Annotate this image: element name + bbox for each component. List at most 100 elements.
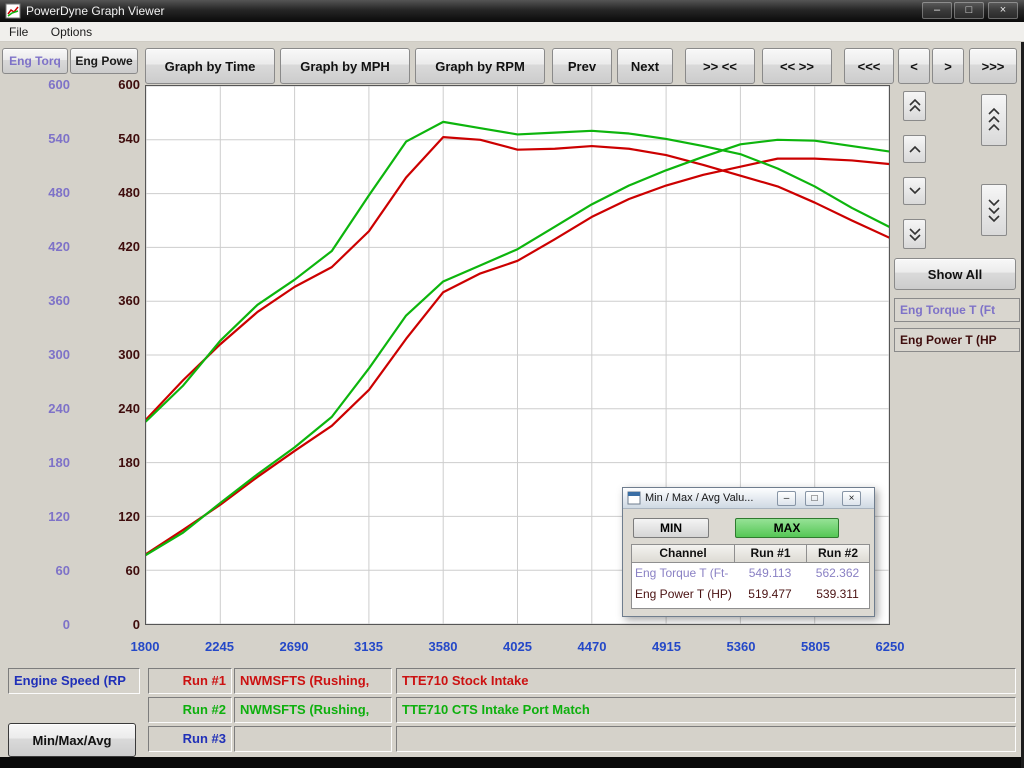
toolbar-button-pan-right-fast[interactable]: >>> [969, 48, 1017, 84]
close-button[interactable]: × [988, 2, 1018, 19]
chevron-triple-down-icon [986, 195, 1002, 225]
x-channel-field[interactable]: Engine Speed (RP [8, 668, 140, 694]
y-axis-right-label: 120 [92, 508, 140, 526]
toolbar-button-graph-by-mph[interactable]: Graph by MPH [280, 48, 410, 84]
y-axis-right-label: 480 [92, 184, 140, 202]
minimize-button[interactable]: – [922, 2, 952, 19]
channel-value: 539.311 [806, 584, 869, 605]
chevron-up-icon [908, 143, 922, 155]
chevron-double-up-icon [908, 98, 922, 114]
toolbar-button-pan-left[interactable]: < [898, 48, 930, 84]
column-header-run2: Run #2 [806, 544, 870, 563]
menu-bar: File Options [0, 22, 1024, 42]
scale-down-button[interactable] [903, 177, 926, 205]
scale-up-fast-button[interactable] [903, 91, 926, 121]
y-axis-right-label: 60 [92, 562, 140, 580]
run-description-3[interactable] [396, 726, 1016, 752]
minmax-table-body: Eng Torque T (Ft-549.113562.362Eng Power… [631, 563, 870, 609]
minmax-avg-window: Min / Max / Avg Valu... – □ × MIN MAX Ch… [622, 487, 875, 617]
toolbar-button-pan-left-fast[interactable]: <<< [844, 48, 894, 84]
scale-down-fast-button[interactable] [903, 219, 926, 249]
toolbar-button-prev[interactable]: Prev [552, 48, 612, 84]
minmax-table-row: Eng Torque T (Ft-549.113562.362 [632, 563, 869, 584]
y-axis-left-label: 0 [22, 616, 70, 634]
column-header-run1: Run #1 [734, 544, 807, 563]
y-axis-left-label: 180 [22, 454, 70, 472]
x-axis-label: 2245 [205, 639, 234, 654]
x-axis-label: 3580 [429, 639, 458, 654]
y-axis-right-label: 300 [92, 346, 140, 364]
y-axis-right-label: 420 [92, 238, 140, 256]
max-button[interactable]: MAX [735, 518, 839, 538]
channel-value: 549.113 [734, 563, 806, 584]
y-axis-left-label: 480 [22, 184, 70, 202]
run-source-2[interactable]: NWMSFTS (Rushing, [234, 697, 392, 723]
y-axis-left-label: 240 [22, 400, 70, 418]
y-axis-left-label: 60 [22, 562, 70, 580]
menu-options[interactable]: Options [42, 22, 101, 42]
scale-up-button[interactable] [903, 135, 926, 163]
channel-name: Eng Torque T (Ft- [632, 563, 734, 584]
maximize-button[interactable]: □ [954, 2, 984, 19]
x-axis-label: 5805 [801, 639, 830, 654]
run-source-3[interactable] [234, 726, 392, 752]
app-icon [5, 3, 21, 19]
minmax-close-button[interactable]: × [842, 491, 861, 506]
y-axis-right-label: 360 [92, 292, 140, 310]
channel-value: 519.477 [734, 584, 806, 605]
minmax-minimize-button[interactable]: – [777, 491, 796, 506]
toolbar-button-zoom-out[interactable]: << >> [762, 48, 832, 84]
y-axis-left-label: 300 [22, 346, 70, 364]
tab-eng-power[interactable]: Eng Powe [70, 48, 138, 74]
toolbar-button-zoom-in[interactable]: >> << [685, 48, 755, 84]
powerdyne-window: { "window": { "title": "PowerDyne Graph … [0, 0, 1024, 768]
y-axis-left-label: 420 [22, 238, 70, 256]
minmax-restore-button[interactable]: □ [805, 491, 824, 506]
channel-name: Eng Power T (HP) [632, 584, 734, 605]
minmax-window-title: Min / Max / Avg Valu... [645, 488, 753, 509]
toolbar-button-graph-by-time[interactable]: Graph by Time [145, 48, 275, 84]
toolbar-button-pan-right[interactable]: > [932, 48, 964, 84]
show-all-button[interactable]: Show All [894, 258, 1016, 290]
minmax-window-icon [627, 491, 641, 505]
run-description-1[interactable]: TTE710 Stock Intake [396, 668, 1016, 694]
run-label-1[interactable]: Run #1 [148, 668, 232, 694]
run-source-1[interactable]: NWMSFTS (Rushing, [234, 668, 392, 694]
window-frame-bottom [0, 757, 1024, 768]
x-axis-label: 4470 [578, 639, 607, 654]
x-axis-label: 4915 [652, 639, 681, 654]
shift-down-button[interactable] [981, 184, 1007, 236]
minmax-table-row: Eng Power T (HP)519.477539.311 [632, 584, 869, 605]
y-axis-right-label: 0 [92, 616, 140, 634]
x-axis-label: 6250 [876, 639, 905, 654]
minmax-window-titlebar[interactable]: Min / Max / Avg Valu... – □ × [623, 488, 874, 509]
x-axis-label: 2690 [280, 639, 309, 654]
y-axis-right-label: 600 [92, 76, 140, 94]
legend-eng-torque[interactable]: Eng Torque T (Ft [894, 298, 1020, 322]
window-title: PowerDyne Graph Viewer [26, 0, 165, 22]
channel-value: 562.362 [806, 563, 869, 584]
x-axis-label: 4025 [503, 639, 532, 654]
run-label-2[interactable]: Run #2 [148, 697, 232, 723]
y-axis-right-label: 180 [92, 454, 140, 472]
shift-up-button[interactable] [981, 94, 1007, 146]
y-axis-left-label: 540 [22, 130, 70, 148]
y-axis-left-label: 120 [22, 508, 70, 526]
tab-eng-torque[interactable]: Eng Torq [2, 48, 68, 74]
min-button[interactable]: MIN [633, 518, 709, 538]
y-axis-left-label: 600 [22, 76, 70, 94]
x-axis-label: 5360 [727, 639, 756, 654]
toolbar-button-next[interactable]: Next [617, 48, 673, 84]
y-axis-right-label: 240 [92, 400, 140, 418]
run-description-2[interactable]: TTE710 CTS Intake Port Match [396, 697, 1016, 723]
chevron-down-icon [908, 185, 922, 197]
menu-file[interactable]: File [0, 22, 37, 42]
title-bar: PowerDyne Graph Viewer – □ × [0, 0, 1024, 22]
legend-eng-power[interactable]: Eng Power T (HP [894, 328, 1020, 352]
chevron-triple-up-icon [986, 105, 1002, 135]
x-axis-label: 1800 [131, 639, 160, 654]
minmax-avg-button[interactable]: Min/Max/Avg [8, 723, 136, 757]
column-header-channel: Channel [631, 544, 735, 563]
toolbar-button-graph-by-rpm[interactable]: Graph by RPM [415, 48, 545, 84]
run-label-3[interactable]: Run #3 [148, 726, 232, 752]
